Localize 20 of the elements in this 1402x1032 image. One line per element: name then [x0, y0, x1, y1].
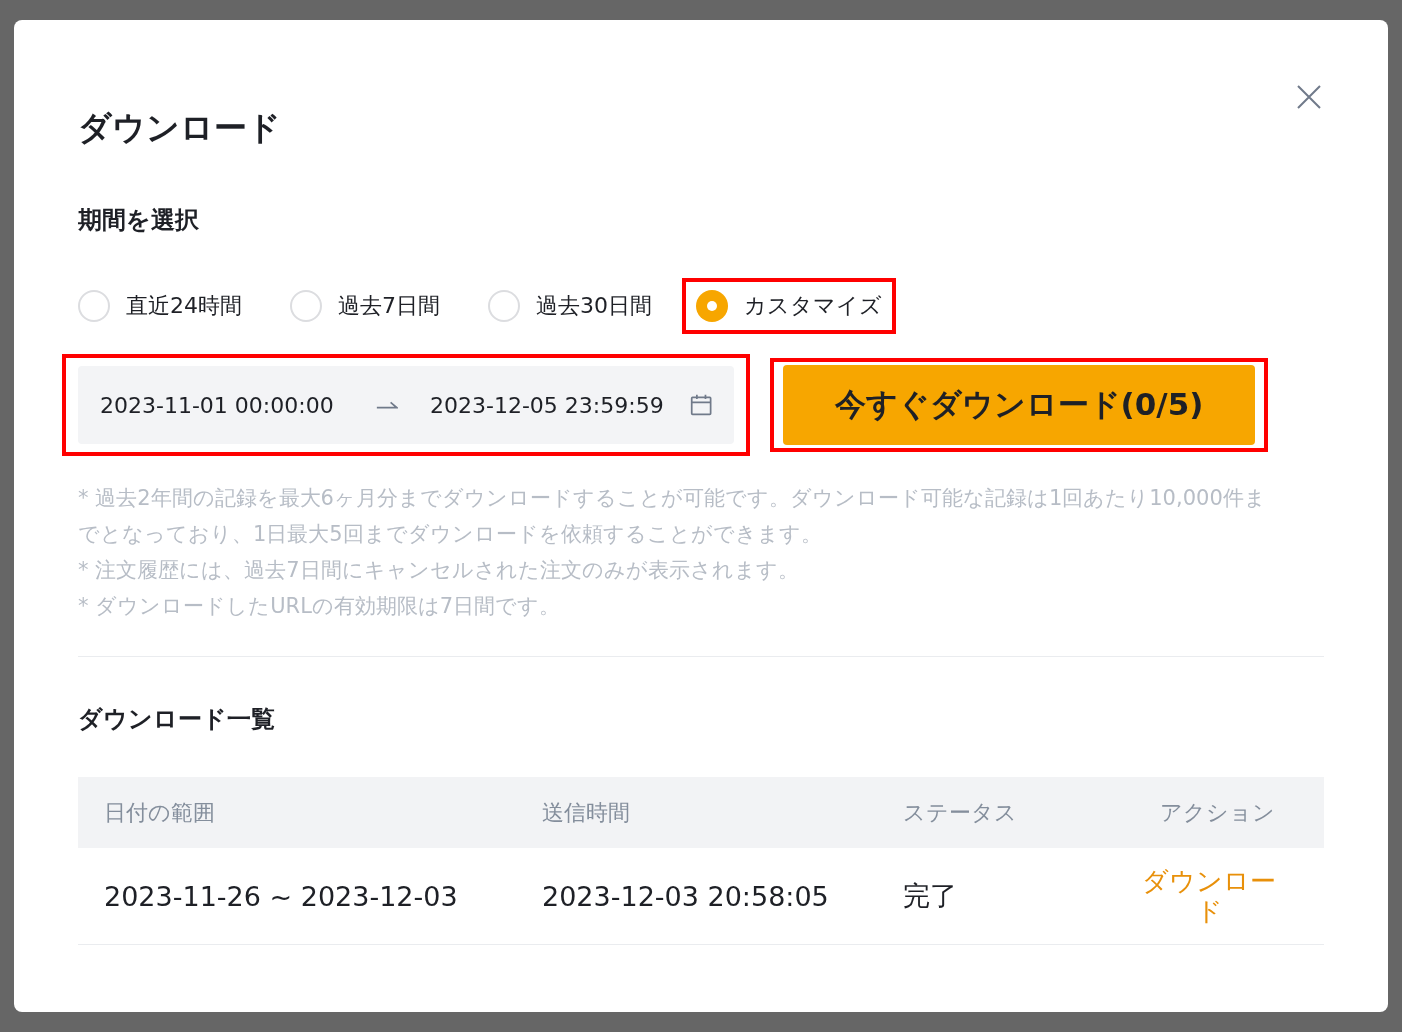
- note-text: * 注文履歴には、過去7日間にキャンセルされた注文のみが表示されます。: [78, 557, 800, 584]
- column-header: ステータス: [902, 798, 1018, 827]
- column-header: アクション: [1159, 798, 1276, 827]
- note-text: * 過去2年間の記録を最大6ヶ月分までダウンロードすることが可能です。ダウンロード可能な記録は1回あたり10,000件までとなっており、1日最大5回までダウンロードを依頼することができます。: [78, 485, 1267, 548]
- date-range-field[interactable]: 2023-11-01 00:00:00 2023-12-05 23:59:59: [78, 366, 734, 444]
- radio-option[interactable]: 過去30日間: [478, 282, 662, 330]
- radio-option[interactable]: 直近24時間: [68, 282, 252, 330]
- table-cell-text: 完了: [902, 879, 958, 913]
- section-heading: 期間を選択: [78, 205, 199, 236]
- radio-option[interactable]: 過去7日間: [280, 282, 450, 330]
- column-header: 送信時間: [541, 798, 631, 827]
- radio-option[interactable]: カスタマイズ: [686, 282, 892, 330]
- table-cell-text: 2023-12-03 20:58:05: [541, 880, 830, 912]
- calendar-icon: [689, 392, 712, 418]
- dialog-title: ダウンロード: [78, 107, 281, 149]
- table-cell-text: 2023-11-26 ~ 2023-12-03: [103, 880, 459, 912]
- download-now-button[interactable]: 今すぐダウンロード(0/5): [783, 365, 1255, 445]
- note-text: * ダウンロードしたURLの有効期限は7日間です。: [78, 593, 562, 620]
- column-header: 日付の範囲: [103, 798, 216, 827]
- section-heading: ダウンロード一覧: [78, 704, 275, 735]
